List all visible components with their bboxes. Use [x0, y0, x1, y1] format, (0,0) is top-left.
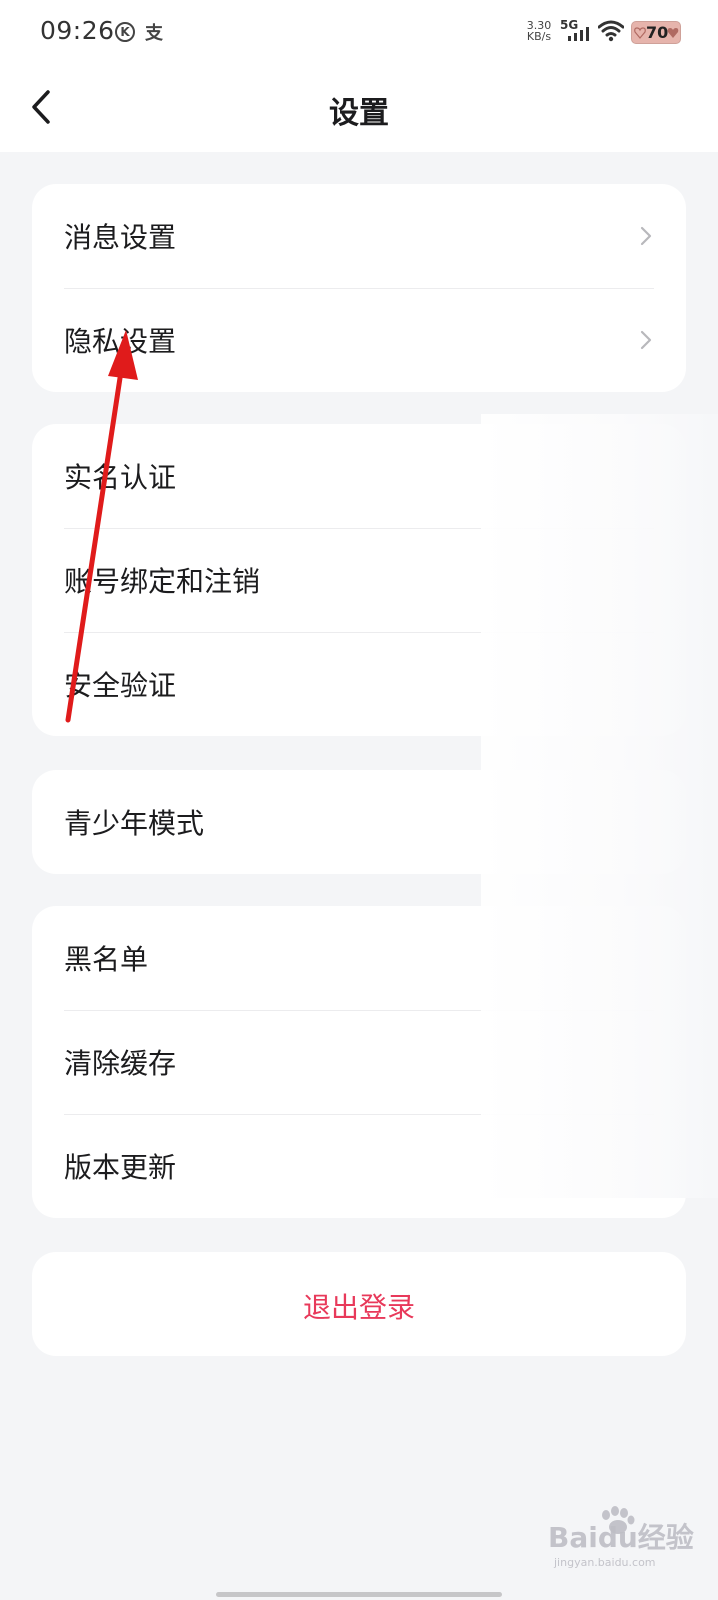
network-speed: 3.30 KB/s: [524, 20, 554, 42]
settings-item-label: 清除缓存: [64, 1047, 177, 1080]
k-app-icon: K: [115, 22, 135, 42]
page-title: 设置: [329, 96, 389, 131]
settings-group-notifications-privacy: 消息设置 隐私设置: [32, 184, 686, 392]
battery-indicator: 70: [631, 21, 681, 44]
chevron-right-icon: [640, 330, 652, 350]
network-speed-unit: KB/s: [526, 30, 552, 43]
settings-item-label: 版本更新: [64, 1151, 177, 1184]
settings-item-privacy[interactable]: 隐私设置: [32, 288, 686, 392]
logout-card: 退出登录: [32, 1252, 686, 1356]
watermark-url: jingyan.baidu.com: [554, 1556, 656, 1569]
heart-icon: [667, 28, 679, 38]
home-indicator[interactable]: [216, 1592, 502, 1597]
settings-item-label: 实名认证: [64, 461, 177, 494]
wifi-icon: [598, 20, 624, 42]
screen-glare: [481, 414, 718, 1198]
battery-level: 70: [646, 23, 669, 42]
status-bar: 09:26 K 支 3.30 KB/s 5G 70: [0, 0, 718, 64]
logout-label: 退出登录: [302, 1291, 415, 1324]
settings-item-label: 安全验证: [64, 669, 177, 702]
settings-item-label: 账号绑定和注销: [64, 565, 261, 598]
settings-item-label: 黑名单: [64, 943, 149, 976]
status-time: 09:26: [40, 16, 115, 45]
alipay-icon: 支: [145, 23, 163, 44]
settings-item-label: 隐私设置: [64, 325, 177, 358]
heart-icon: [634, 27, 646, 39]
settings-item-message[interactable]: 消息设置: [32, 184, 686, 288]
baidu-jingyan-watermark: Baidu经验 jingyan.baidu.com: [548, 1506, 698, 1574]
watermark-brand: Baidu经验: [548, 1521, 694, 1554]
navigation-header: 设置: [0, 64, 718, 152]
settings-item-label: 消息设置: [64, 221, 177, 254]
logout-button[interactable]: 退出登录: [32, 1252, 686, 1356]
chevron-right-icon: [640, 226, 652, 246]
signal-icon: [568, 27, 589, 41]
settings-item-label: 青少年模式: [64, 807, 205, 840]
